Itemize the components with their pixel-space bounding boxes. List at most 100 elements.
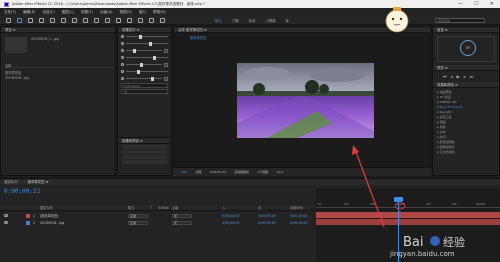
- workspace-learn[interactable]: 了解: [232, 18, 239, 23]
- menu-edit[interactable]: 编辑(E): [23, 10, 35, 15]
- search-help-input[interactable]: 搜索帮助: [435, 18, 485, 23]
- layer-track-bar[interactable]: [316, 212, 500, 218]
- layer-out-time[interactable]: 0;00;09;29: [258, 221, 275, 225]
- menu-layer[interactable]: 图层(L): [62, 10, 74, 15]
- project-tab[interactable]: 项目 ≡: [1, 27, 115, 33]
- layer-parent-dropdown[interactable]: 无: [172, 213, 192, 218]
- layer-mode-dropdown[interactable]: 正常: [128, 220, 148, 225]
- eraser-tool-icon[interactable]: [138, 17, 143, 23]
- maximize-button[interactable]: ☐: [474, 1, 478, 7]
- param-slider[interactable]: [126, 69, 168, 74]
- pan-behind-tool-icon[interactable]: [72, 17, 77, 23]
- col-parent[interactable]: 父级: [172, 205, 178, 210]
- volume-dial[interactable]: 57: [460, 40, 476, 56]
- visibility-eye-icon[interactable]: [4, 214, 8, 217]
- preset-item[interactable]: [122, 160, 167, 164]
- layer-row[interactable]: 2 20190916...jpg 正常 无 0;00;00;00 0;00;09…: [0, 219, 315, 226]
- col-t[interactable]: T: [150, 206, 152, 210]
- brush-tool-icon[interactable]: [116, 17, 121, 23]
- workspace-default[interactable]: 默认: [215, 18, 222, 23]
- layer-name[interactable]: [薰衣草花田]: [40, 213, 58, 218]
- col-layer-name[interactable]: 图层名称: [40, 205, 53, 210]
- effects-presets-tab[interactable]: 效果和预设 ≡: [118, 138, 171, 144]
- magnification-dropdown[interactable]: 50%: [181, 170, 188, 174]
- type-tool-icon[interactable]: [105, 17, 110, 23]
- swatch-button[interactable]: [164, 62, 168, 67]
- composition-timeline-tab[interactable]: 薰衣草花田 ≡: [28, 179, 49, 185]
- project-item[interactable]: 薰衣草花田: [5, 70, 113, 75]
- workspace-standard[interactable]: 标准: [249, 18, 256, 23]
- play-icon[interactable]: ▶: [457, 74, 460, 79]
- hand-tool-icon[interactable]: [28, 17, 33, 23]
- param-slider[interactable]: [126, 55, 168, 60]
- last-frame-icon[interactable]: ⏭: [470, 74, 474, 79]
- col-trkmat[interactable]: TrkMat: [158, 206, 169, 210]
- minimize-button[interactable]: —: [458, 1, 463, 7]
- clone-stamp-tool-icon[interactable]: [127, 17, 132, 23]
- shape-tool-icon[interactable]: [83, 17, 88, 23]
- stopwatch-icon[interactable]: [121, 63, 124, 66]
- workspace-libraries[interactable]: 库: [286, 18, 289, 23]
- preset-item[interactable]: [122, 150, 167, 154]
- menu-window[interactable]: 窗口: [139, 10, 146, 15]
- effect-value-field[interactable]: 无: [121, 89, 168, 94]
- render-queue-tab[interactable]: 渲染队列: [4, 179, 18, 185]
- close-button[interactable]: ✕: [490, 1, 494, 7]
- workspace-small-screen[interactable]: 小屏幕: [265, 18, 275, 23]
- col-in[interactable]: 入: [222, 205, 225, 210]
- stopwatch-icon[interactable]: [121, 70, 124, 73]
- layer-row[interactable]: 1 [薰衣草花田] 正常 无 0;00;00;00 0;00;09;29 0;0…: [0, 212, 315, 219]
- resolution-dropdown[interactable]: 完整: [196, 170, 202, 174]
- stopwatch-icon[interactable]: [121, 35, 124, 38]
- exposure-value[interactable]: +0.0: [276, 170, 283, 174]
- layer-duration[interactable]: 0;00;10;00: [290, 221, 307, 225]
- next-frame-icon[interactable]: ▸: [464, 74, 466, 79]
- visibility-eye-icon[interactable]: [4, 221, 8, 224]
- menu-file[interactable]: 文件(F): [4, 10, 16, 15]
- roto-brush-tool-icon[interactable]: [149, 17, 154, 23]
- lavender-field-image[interactable]: [237, 63, 374, 176]
- layer-mode-dropdown[interactable]: 正常: [128, 213, 148, 218]
- time-ruler[interactable]: 0f 10f 20f 01;00f 10f 20f 02;00f: [316, 202, 500, 208]
- stopwatch-icon[interactable]: [121, 42, 124, 45]
- stopwatch-icon[interactable]: [121, 56, 124, 59]
- swatch-button[interactable]: [164, 76, 168, 81]
- menu-help[interactable]: 帮助(H): [153, 10, 166, 15]
- layer-out-time[interactable]: 0;00;09;29: [258, 214, 275, 218]
- selection-tool-icon[interactable]: [17, 17, 22, 23]
- layer-parent-dropdown[interactable]: 无: [172, 220, 192, 225]
- stopwatch-icon[interactable]: [121, 77, 124, 80]
- home-icon[interactable]: [6, 17, 11, 23]
- prev-frame-icon[interactable]: ◂: [451, 74, 453, 79]
- pen-tool-icon[interactable]: [94, 17, 99, 23]
- col-duration[interactable]: 持续时间: [290, 205, 303, 210]
- param-slider[interactable]: [126, 34, 168, 39]
- composition-subtab[interactable]: 薰衣草花田: [190, 35, 206, 40]
- layer-name[interactable]: 20190916...jpg: [40, 221, 64, 225]
- swatch-button[interactable]: [164, 48, 168, 53]
- param-slider[interactable]: [126, 48, 162, 53]
- param-slider[interactable]: [126, 41, 168, 46]
- effect-name-field[interactable]: Tint Colors: [121, 83, 168, 88]
- current-time-display[interactable]: 0;00;00;22: [210, 170, 226, 174]
- layer-in-time[interactable]: 0;00;00;00: [222, 214, 239, 218]
- effect-category-item[interactable]: ▸ 沉浸式视频: [437, 150, 495, 155]
- col-out[interactable]: 出: [258, 205, 261, 210]
- preset-item[interactable]: [122, 155, 167, 159]
- zoom-tool-icon[interactable]: [39, 17, 44, 23]
- info-tab[interactable]: 信息 ≡: [433, 27, 499, 33]
- menu-composition[interactable]: 合成(C): [42, 10, 55, 15]
- label-color-swatch[interactable]: [26, 220, 30, 225]
- preset-item[interactable]: [122, 145, 167, 149]
- view-layout-dropdown[interactable]: 1个视图: [257, 170, 268, 174]
- camera-tool-icon[interactable]: [61, 17, 66, 23]
- col-mode[interactable]: 模式: [128, 205, 134, 210]
- project-item[interactable]: 20190916...jpg: [5, 76, 113, 81]
- label-color-swatch[interactable]: [26, 213, 30, 218]
- menu-view[interactable]: 视图(V): [119, 10, 131, 15]
- param-slider[interactable]: [126, 62, 162, 67]
- layer-duration[interactable]: 0;00;10;00: [290, 214, 307, 218]
- rotate-tool-icon[interactable]: [50, 17, 55, 23]
- current-timecode[interactable]: 0;00;00;22: [4, 188, 40, 195]
- first-frame-icon[interactable]: ⏮: [443, 74, 447, 79]
